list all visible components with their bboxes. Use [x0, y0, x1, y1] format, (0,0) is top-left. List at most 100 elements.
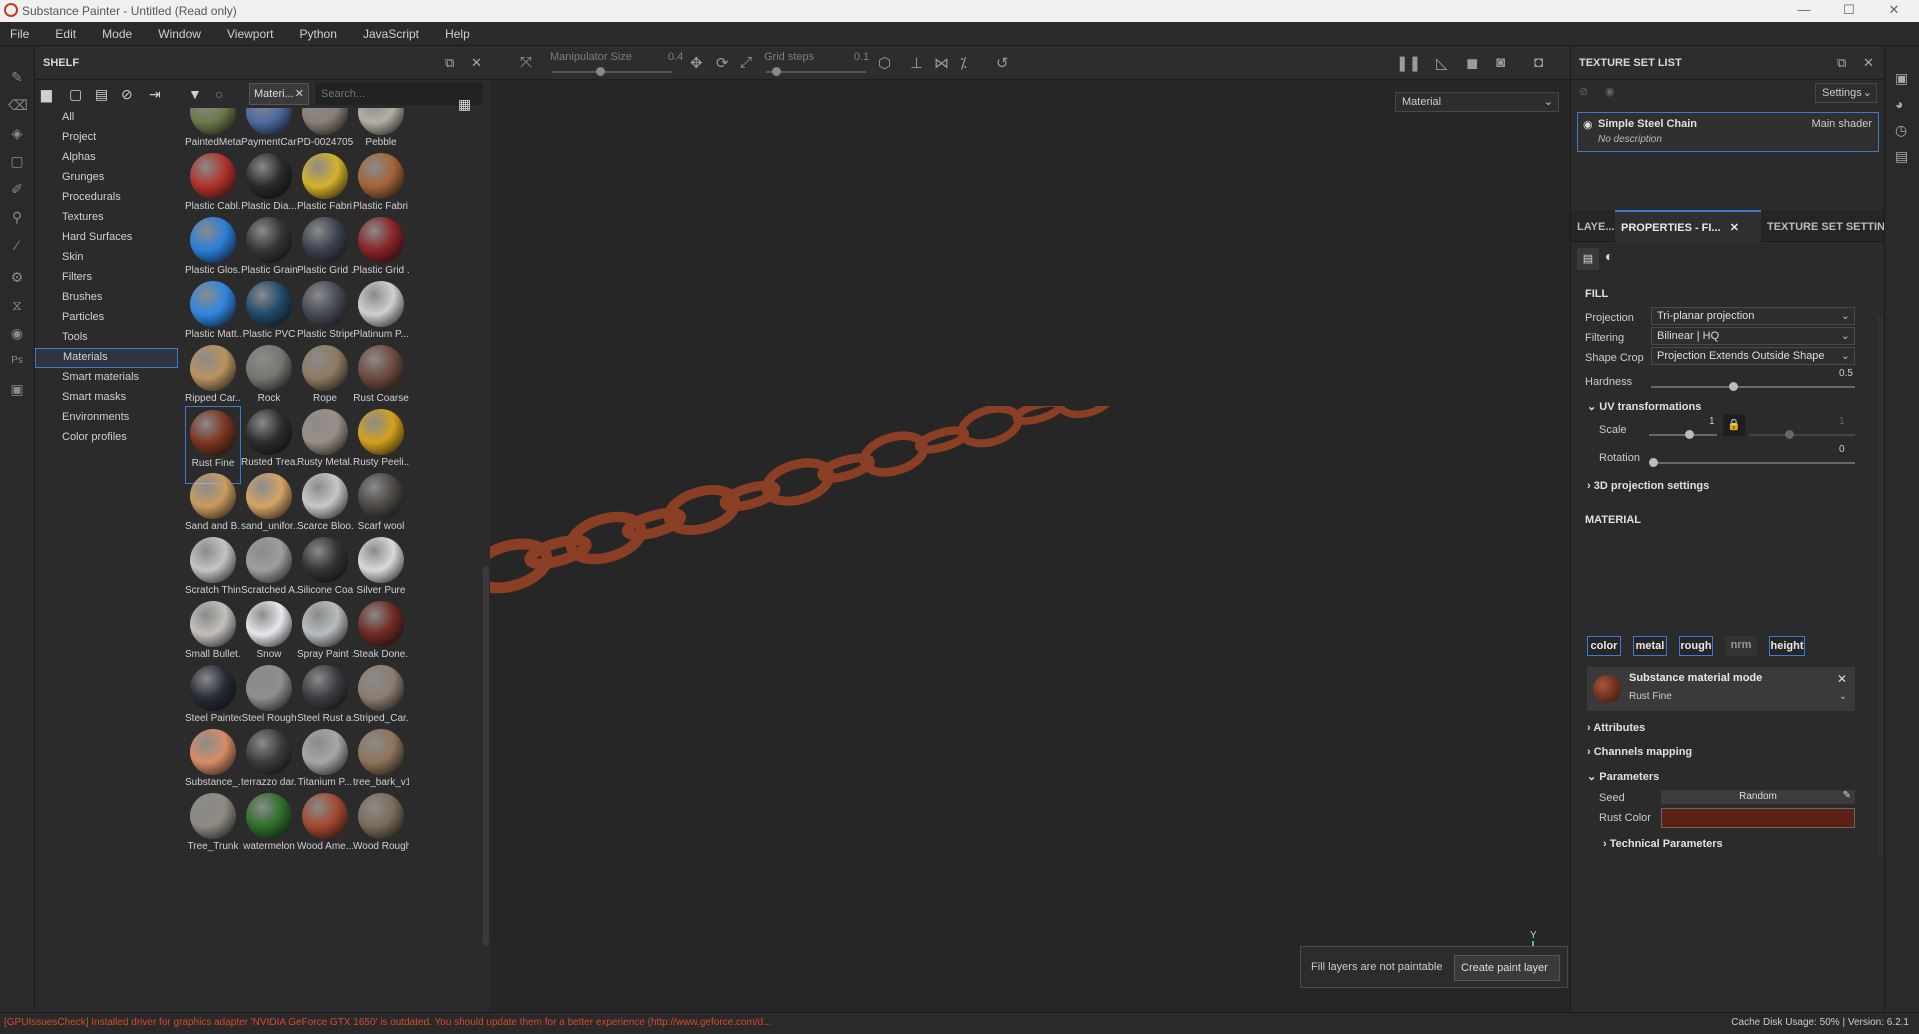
category-item[interactable]: Environments — [35, 408, 178, 428]
edit-pencil-icon[interactable]: ✎ — [1843, 790, 1851, 801]
visibility-eye-icon[interactable]: ◉ — [1583, 118, 1593, 131]
category-item[interactable]: Materials — [35, 348, 178, 368]
properties-icon[interactable]: ▤ — [1577, 248, 1599, 270]
category-item[interactable]: Procedurals — [35, 188, 178, 208]
shader-icon[interactable]: ◉ — [8, 324, 26, 342]
new-preset-icon[interactable]: ▢ — [69, 86, 82, 103]
material-tile[interactable]: Wood Rough — [353, 790, 409, 868]
attributes-toggle[interactable]: › Attributes — [1587, 722, 1645, 734]
viewport[interactable]: ⤧ Manipulator Size 0.4 ✥ ⟳ ⤢ Grid steps … — [490, 46, 1570, 1012]
create-paint-layer-button[interactable]: Create paint layer — [1454, 955, 1560, 981]
rust-color-swatch[interactable] — [1661, 808, 1855, 828]
paint-brush-icon[interactable]: ✎ — [8, 68, 26, 86]
display-settings-icon[interactable]: ▣ — [1895, 70, 1908, 87]
close-tab-icon[interactable]: ✕ — [1730, 222, 1739, 234]
align-icon[interactable]: ⊥ — [910, 54, 923, 72]
scale-knob[interactable] — [1685, 430, 1694, 439]
channel-toggle-color[interactable]: color — [1587, 636, 1621, 656]
channel-toggle-metal[interactable]: metal — [1633, 636, 1667, 656]
material-sphere-icon[interactable]: ◐ — [1605, 248, 1613, 264]
category-item[interactable]: Hard Surfaces — [35, 228, 178, 248]
menu-mode[interactable]: Mode — [102, 22, 132, 41]
minimize-button[interactable]: — — [1784, 2, 1824, 17]
category-item[interactable]: Textures — [35, 208, 178, 228]
circle-filter-icon[interactable]: ○ — [215, 86, 223, 102]
3d-projection-toggle[interactable]: › 3D projection settings — [1587, 480, 1709, 492]
scale-v-knob[interactable] — [1785, 430, 1794, 439]
grid-steps-slider[interactable] — [766, 71, 866, 73]
category-item[interactable]: Brushes — [35, 288, 178, 308]
texture-set-shader[interactable]: Main shader — [1811, 118, 1872, 130]
import-icon[interactable]: ⇥ — [149, 86, 161, 103]
color-picker-icon[interactable]: ⁄ — [8, 236, 26, 254]
hide-icon[interactable]: ⊘ — [121, 86, 133, 103]
menu-file[interactable]: File — [10, 22, 29, 41]
smudge-icon[interactable]: ✐ — [8, 180, 26, 198]
texture-set-item[interactable]: ◉ Simple Steel Chain Main shader No desc… — [1577, 112, 1879, 152]
projection-dropdown[interactable]: Tri-planar projection ⌄ — [1651, 307, 1855, 325]
history-icon[interactable]: ◷ — [1895, 122, 1907, 139]
remove-material-icon[interactable]: ✕ — [1837, 672, 1847, 686]
scale-slider[interactable] — [1649, 434, 1717, 436]
filter-tag[interactable]: Materi... ✕ — [249, 83, 309, 105]
parameters-toggle[interactable]: ⌄ Parameters — [1587, 770, 1659, 783]
category-item[interactable]: Project — [35, 128, 178, 148]
measure-icon[interactable]: ⧖ — [8, 296, 26, 314]
menu-viewport[interactable]: Viewport — [227, 22, 273, 41]
category-item[interactable]: Skin — [35, 248, 178, 268]
menu-javascript[interactable]: JavaScript — [363, 22, 419, 41]
manipulator-size-slider[interactable] — [552, 71, 672, 73]
bake-icon[interactable]: ⚙ — [8, 268, 26, 286]
rotation-knob[interactable] — [1649, 458, 1658, 467]
scale-icon[interactable]: ⤢ — [740, 54, 752, 71]
category-item[interactable]: Smart masks — [35, 388, 178, 408]
viewport-mode-dropdown[interactable]: Material ⌄ — [1395, 92, 1559, 112]
substance-material-box[interactable]: Substance material mode Rust Fine ✕ ⌄ — [1587, 667, 1855, 711]
category-item[interactable]: Tools — [35, 328, 178, 348]
hardness-slider[interactable] — [1651, 386, 1855, 388]
category-item[interactable]: Particles — [35, 308, 178, 328]
folder-icon[interactable]: ▆ — [41, 86, 52, 103]
transform-icon[interactable]: ⤧ — [520, 54, 532, 71]
material-tile[interactable]: Wood Ame... — [297, 790, 353, 868]
snap-cube-icon[interactable]: ⬡ — [878, 54, 891, 72]
grid-view-icon[interactable]: ▦ — [458, 96, 471, 113]
clone-icon[interactable]: ⚲ — [8, 208, 26, 226]
camera-icon[interactable]: ◙ — [1496, 54, 1505, 71]
filtering-dropdown[interactable]: Bilinear | HQ ⌄ — [1651, 327, 1855, 345]
view-2d-icon[interactable]: ◺ — [1436, 54, 1448, 72]
screenshot-icon[interactable]: ◘ — [1534, 54, 1543, 71]
manipulator-size-knob[interactable] — [596, 67, 605, 76]
list-icon[interactable]: ▤ — [95, 86, 108, 103]
eye-icon[interactable]: ◉ — [1605, 85, 1615, 98]
tab-layers[interactable]: LAYE... — [1571, 210, 1615, 242]
category-item[interactable]: Smart materials — [35, 368, 178, 388]
channel-toggle-height[interactable]: height — [1769, 636, 1805, 656]
remove-tag-icon[interactable]: ✕ — [295, 87, 304, 100]
chevron-down-icon[interactable]: ⌄ — [1839, 691, 1847, 702]
symmetry-icon[interactable]: ⁒ — [960, 54, 967, 72]
properties-scrollbar[interactable] — [1877, 316, 1883, 856]
menu-help[interactable]: Help — [445, 22, 470, 41]
tab-properties[interactable]: PROPERTIES - FI... ✕ — [1615, 210, 1761, 242]
rotation-slider[interactable] — [1651, 462, 1855, 464]
mirror-icon[interactable]: ⋈ — [934, 54, 949, 72]
category-item[interactable]: Color profiles — [35, 428, 178, 448]
category-item[interactable]: Filters — [35, 268, 178, 288]
category-item[interactable]: All — [35, 108, 178, 128]
grid-steps-knob[interactable] — [772, 67, 781, 76]
close-icon[interactable]: ✕ — [471, 55, 482, 71]
rotate-icon[interactable]: ⟳ — [716, 54, 729, 72]
hardness-knob[interactable] — [1729, 382, 1738, 391]
maximize-button[interactable]: ☐ — [1829, 2, 1869, 18]
category-item[interactable]: Grunges — [35, 168, 178, 188]
category-item[interactable]: Alphas — [35, 148, 178, 168]
menu-python[interactable]: Python — [300, 22, 337, 41]
shelf-scrollbar[interactable] — [483, 566, 489, 946]
tab-texture-set-settings[interactable]: TEXTURE SET SETTIN... — [1761, 210, 1894, 242]
undock-icon[interactable]: ⧉ — [1837, 55, 1846, 71]
projection-icon[interactable]: ◈ — [8, 124, 26, 142]
export-icon[interactable]: ▣ — [8, 380, 26, 398]
photoshop-icon[interactable]: Ps — [8, 352, 26, 370]
menu-window[interactable]: Window — [158, 22, 201, 41]
